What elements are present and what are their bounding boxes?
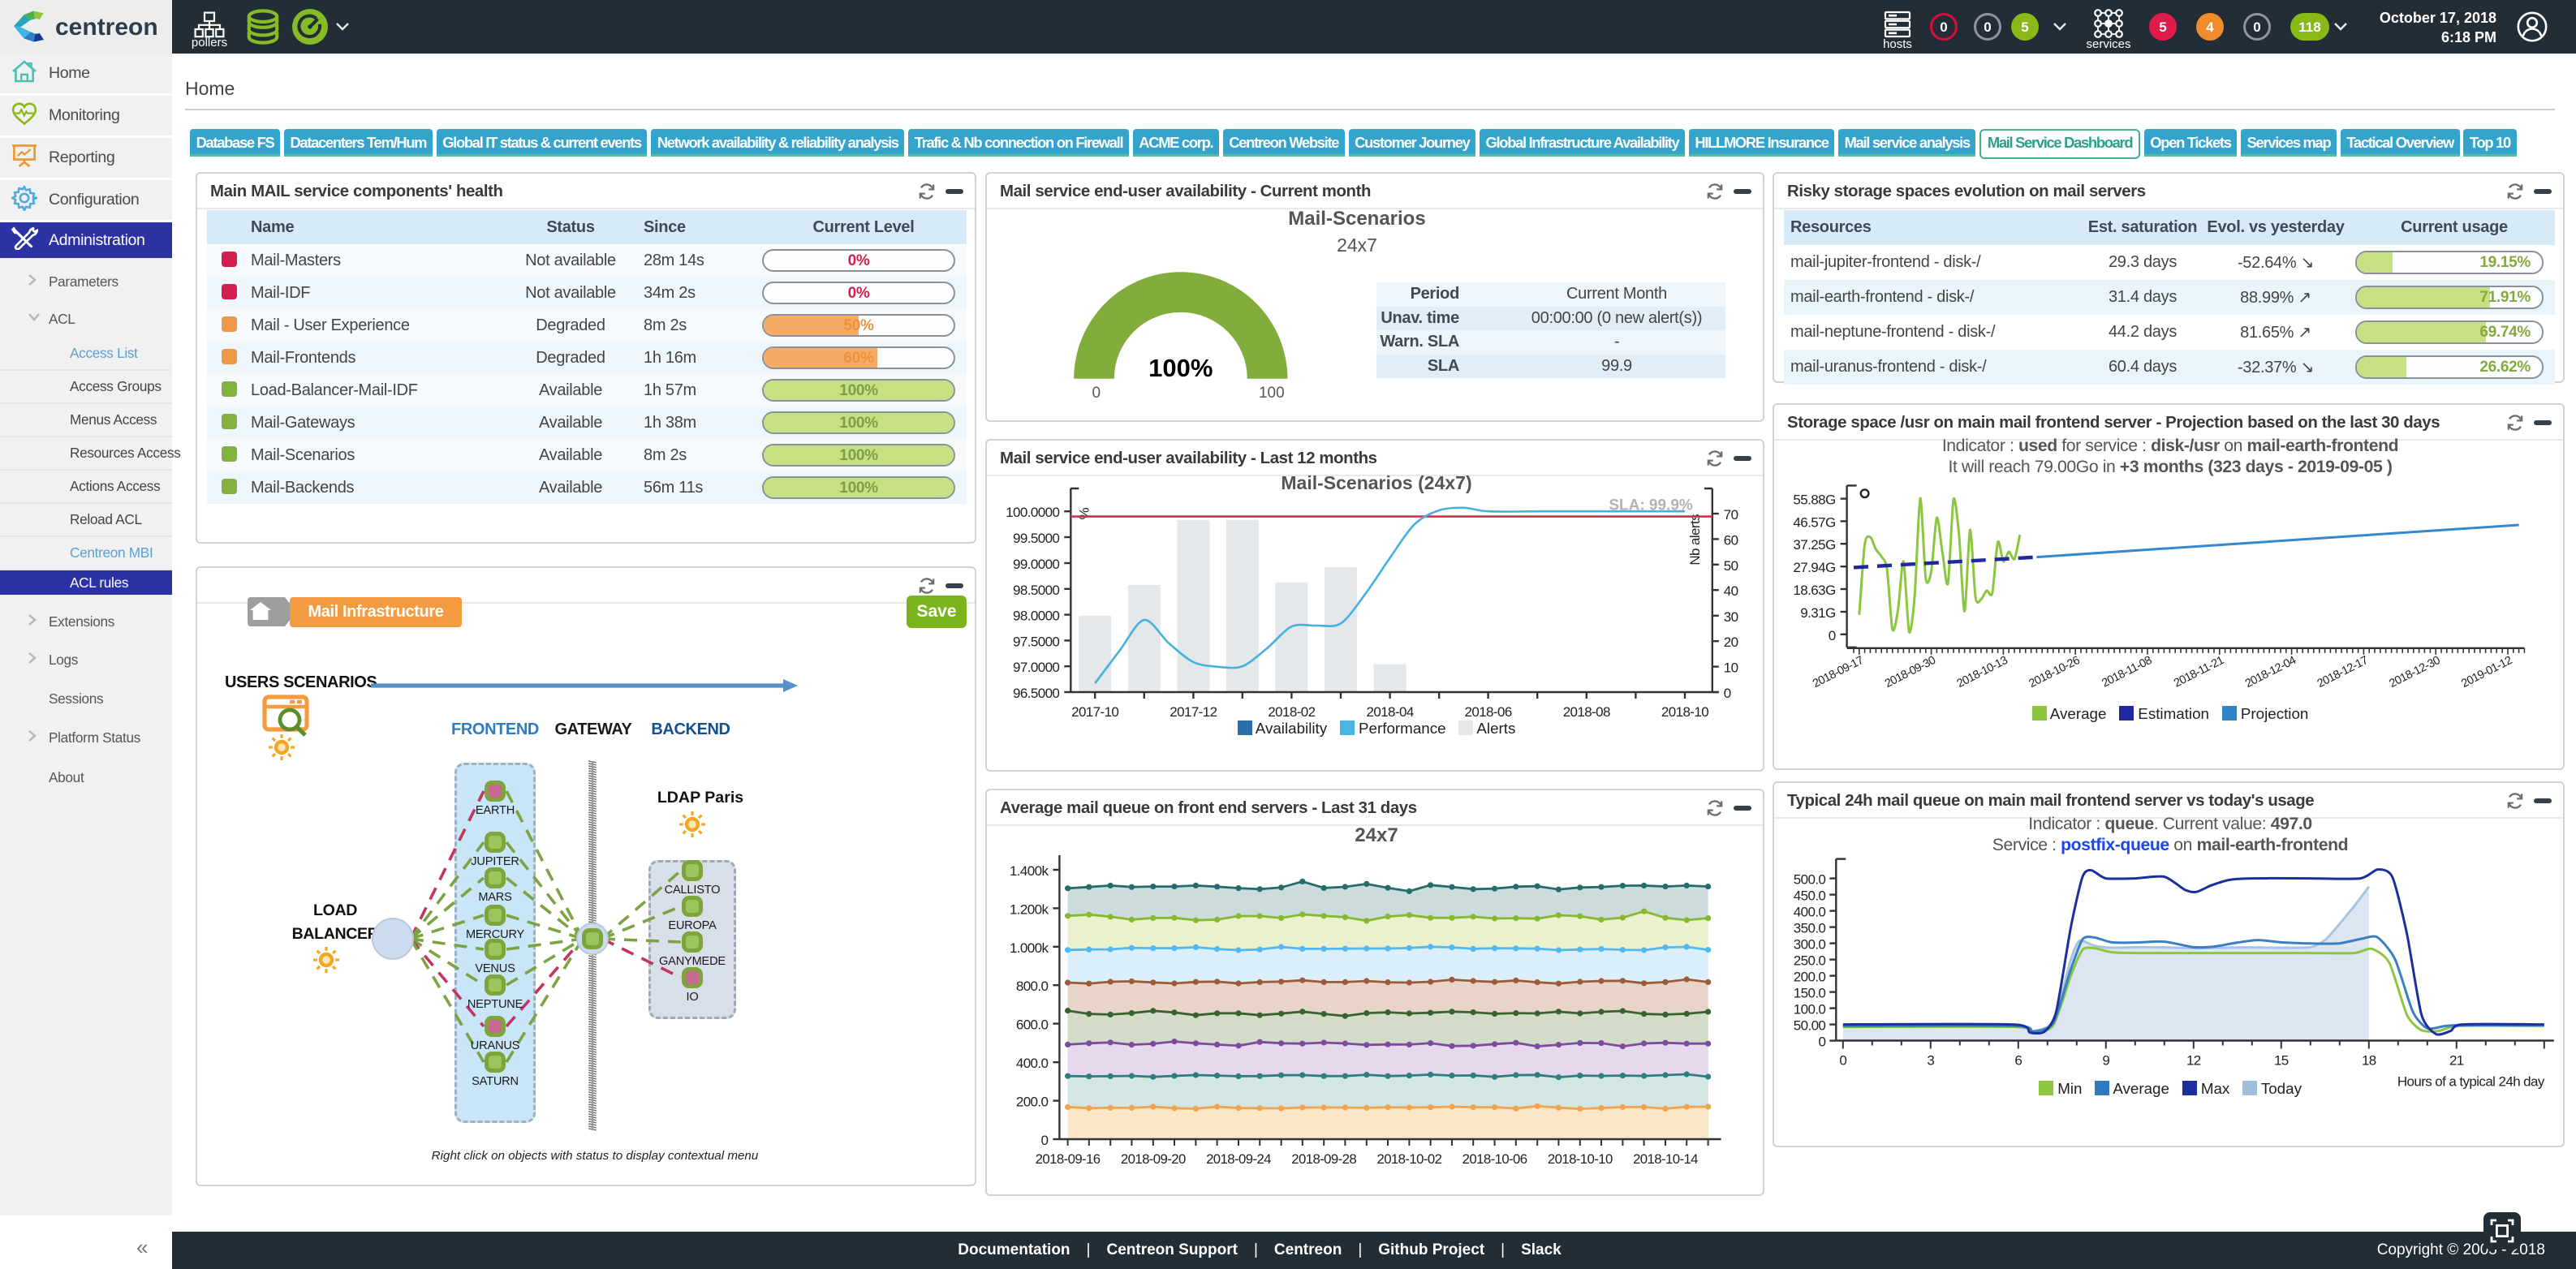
svg-text:12: 12	[2186, 1053, 2201, 1069]
svg-text:centreon: centreon	[55, 14, 158, 41]
svg-text:55.88G: 55.88G	[1793, 493, 1835, 508]
svg-text:600.0: 600.0	[1016, 1017, 1049, 1033]
svg-text:1.400k: 1.400k	[1010, 863, 1049, 879]
svg-text:1.200k: 1.200k	[1010, 901, 1049, 917]
svg-text:18: 18	[2362, 1053, 2376, 1069]
svg-text:2018-09-20: 2018-09-20	[1121, 1151, 1186, 1167]
svg-text:0: 0	[1041, 1133, 1049, 1148]
svg-text:0: 0	[1818, 1034, 1825, 1049]
svg-text:50.00: 50.00	[1794, 1017, 1826, 1033]
svg-text:98.5000: 98.5000	[1013, 583, 1059, 598]
svg-text:2018-10-14: 2018-10-14	[1633, 1151, 1698, 1167]
svg-text:99.0000: 99.0000	[1013, 557, 1059, 572]
svg-text:0: 0	[1839, 1053, 1846, 1069]
svg-text:2018-06: 2018-06	[1464, 704, 1511, 720]
svg-text:2018-11-08: 2018-11-08	[2100, 654, 2154, 690]
svg-text:400.0: 400.0	[1016, 1056, 1049, 1071]
svg-text:2017-12: 2017-12	[1170, 704, 1217, 720]
svg-text:60: 60	[1724, 532, 1738, 548]
svg-text:2018-09-28: 2018-09-28	[1291, 1151, 1356, 1167]
svg-text:2018-10-06: 2018-10-06	[1462, 1151, 1527, 1167]
svg-text:99.5000: 99.5000	[1013, 531, 1059, 546]
svg-text:%: %	[1076, 508, 1092, 520]
svg-text:30: 30	[1724, 609, 1738, 625]
svg-text:98.0000: 98.0000	[1013, 609, 1059, 624]
svg-text:2018-09-16: 2018-09-16	[1036, 1151, 1101, 1167]
svg-text:Nb alerts: Nb alerts	[1687, 514, 1703, 566]
svg-text:150.0: 150.0	[1794, 985, 1826, 1000]
svg-text:100.0: 100.0	[1794, 1001, 1826, 1017]
svg-text:2018-04: 2018-04	[1366, 704, 1413, 720]
svg-text:20: 20	[1724, 634, 1738, 650]
svg-text:1.000k: 1.000k	[1010, 940, 1049, 956]
svg-text:2018-02: 2018-02	[1268, 704, 1315, 720]
svg-text:2018-12-17: 2018-12-17	[2315, 654, 2371, 690]
svg-text:350.0: 350.0	[1794, 920, 1826, 936]
svg-text:2019-01-12: 2019-01-12	[2459, 654, 2514, 690]
svg-text:100.0000: 100.0000	[1006, 505, 1059, 520]
svg-text:2018-10-13: 2018-10-13	[1955, 654, 2010, 690]
svg-text:10: 10	[1724, 660, 1738, 676]
svg-text:9.31G: 9.31G	[1800, 605, 1835, 621]
svg-text:2018-09-30: 2018-09-30	[1883, 654, 1938, 690]
svg-text:37.25G: 37.25G	[1793, 537, 1835, 553]
svg-text:46.57G: 46.57G	[1793, 514, 1835, 530]
svg-text:21: 21	[2449, 1053, 2464, 1069]
svg-text:27.94G: 27.94G	[1793, 560, 1835, 575]
svg-text:2018-10-02: 2018-10-02	[1376, 1151, 1441, 1167]
svg-text:2018-08: 2018-08	[1563, 704, 1610, 720]
svg-text:450.0: 450.0	[1794, 888, 1826, 903]
svg-text:0: 0	[1829, 628, 1836, 643]
svg-text:2018-10-26: 2018-10-26	[2027, 654, 2082, 690]
svg-text:2018-09-24: 2018-09-24	[1206, 1151, 1271, 1167]
svg-text:0: 0	[1724, 686, 1731, 701]
svg-text:2018-12-04: 2018-12-04	[2243, 654, 2298, 690]
svg-text:97.0000: 97.0000	[1013, 660, 1059, 675]
svg-text:96.5000: 96.5000	[1013, 686, 1059, 701]
svg-text:3: 3	[1927, 1053, 1934, 1069]
svg-text:70: 70	[1724, 507, 1738, 523]
svg-text:250.0: 250.0	[1794, 953, 1826, 968]
svg-text:2018-11-21: 2018-11-21	[2172, 654, 2226, 690]
svg-text:200.0: 200.0	[1016, 1095, 1049, 1110]
svg-text:97.5000: 97.5000	[1013, 634, 1059, 649]
svg-text:2018-10-10: 2018-10-10	[1548, 1151, 1613, 1167]
svg-text:500.0: 500.0	[1794, 871, 1826, 887]
svg-text:18.63G: 18.63G	[1793, 583, 1835, 598]
svg-text:200.0: 200.0	[1794, 969, 1826, 984]
svg-text:50: 50	[1724, 558, 1738, 574]
svg-text:15: 15	[2274, 1053, 2289, 1069]
svg-text:400.0: 400.0	[1794, 904, 1826, 919]
svg-text:6: 6	[2014, 1053, 2022, 1069]
svg-text:2018-12-30: 2018-12-30	[2387, 654, 2442, 690]
svg-text:2017-10: 2017-10	[1071, 704, 1118, 720]
svg-text:800.0: 800.0	[1016, 979, 1049, 994]
svg-text:9: 9	[2102, 1053, 2109, 1069]
svg-text:300.0: 300.0	[1794, 936, 1826, 952]
svg-text:40: 40	[1724, 583, 1738, 599]
svg-text:2018-09-17: 2018-09-17	[1811, 654, 1866, 690]
svg-text:2018-10: 2018-10	[1661, 704, 1708, 720]
